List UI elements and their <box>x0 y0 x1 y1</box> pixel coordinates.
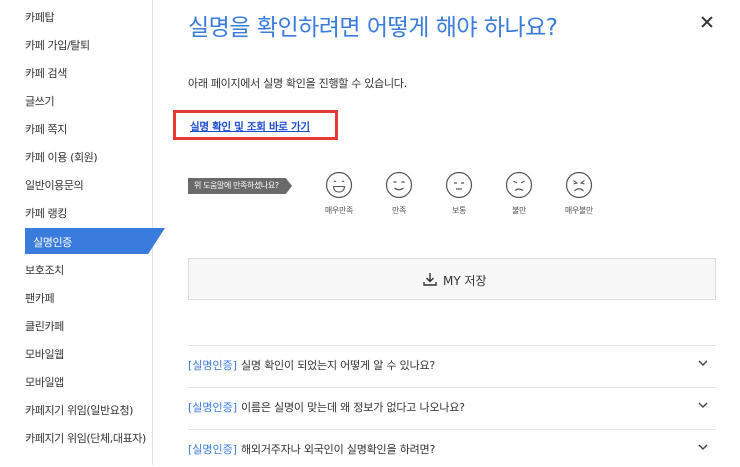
sidebar-item-fan-cafe[interactable]: 팬카페 <box>25 290 55 306</box>
sidebar-item-mobile-app[interactable]: 모바일앱 <box>25 374 64 390</box>
sidebar-item-writing[interactable]: 글쓰기 <box>25 93 55 109</box>
real-name-check-link[interactable]: 실명 확인 및 조회 바로 가기 <box>190 119 310 134</box>
sidebar-item-cafe-ranking[interactable]: 카페 랭킹 <box>25 205 67 221</box>
close-icon[interactable] <box>697 12 717 32</box>
very-dissatisfied-face-icon[interactable] <box>565 171 593 199</box>
sidebar-item-cafe-usage[interactable]: 카페 이용 (회원) <box>25 149 98 165</box>
sidebar-item-real-name-auth[interactable]: 실명인증 <box>33 234 72 250</box>
sidebar-item-join-leave[interactable]: 카페 가입/탈퇴 <box>25 37 90 53</box>
my-save-label: MY 저장 <box>443 274 487 288</box>
faq-category-tag: [실명인증] <box>188 443 238 456</box>
faq-item[interactable]: [실명인증] 실명 확인이 되었는지 어떻게 알 수 있나요? <box>188 345 716 383</box>
satisfaction-label-very-satisfied: 매우만족 <box>324 206 354 215</box>
satisfaction-label-neutral: 보통 <box>451 206 467 215</box>
satisfaction-label-dissatisfied: 불만 <box>511 206 527 215</box>
sidebar-item-general-inquiry[interactable]: 일반이용문의 <box>25 177 84 193</box>
sidebar-item-manager-delegation-general[interactable]: 카페지기 위임(일반요청) <box>25 402 133 418</box>
sidebar-item-cafe-message[interactable]: 카페 쪽지 <box>25 121 67 137</box>
sidebar-item-manager-delegation-group[interactable]: 카페지기 위임(단체,대표자) <box>25 430 146 446</box>
my-save-button[interactable]: MY 저장 <box>188 258 716 300</box>
sidebar-nav: 카페탑 카페 가입/탈퇴 카페 검색 글쓰기 카페 쪽지 카페 이용 (회원) … <box>0 0 165 465</box>
faq-item[interactable]: [실명인증] 이름은 실명이 맞는데 왜 정보가 없다고 나오나요? <box>188 387 716 425</box>
sidebar-item-cafe-search[interactable]: 카페 검색 <box>25 65 67 81</box>
satisfaction-label-very-dissatisfied: 매우불만 <box>564 206 594 215</box>
description-text: 아래 페이지에서 실명 확인을 진행할 수 있습니다. <box>188 77 407 90</box>
faq-question: 실명 확인이 되었는지 어떻게 알 수 있나요? <box>241 359 436 372</box>
chevron-down-icon <box>698 402 708 408</box>
satisfaction-label-satisfied: 만족 <box>391 206 407 215</box>
faq-question: 이름은 실명이 맞는데 왜 정보가 없다고 나오나요? <box>241 401 465 414</box>
chevron-down-icon <box>698 444 708 450</box>
sidebar-item-cafe-top[interactable]: 카페탑 <box>25 9 55 25</box>
faq-category-tag: [실명인증] <box>188 359 238 372</box>
faq-item[interactable]: [실명인증] 해외거주자나 외국인이 실명확인을 하려면? <box>188 429 716 467</box>
sidebar-item-protection[interactable]: 보호조치 <box>25 262 64 278</box>
faq-question: 해외거주자나 외국인이 실명확인을 하려면? <box>241 443 436 456</box>
neutral-face-icon[interactable] <box>445 171 473 199</box>
page-title: 실명을 확인하려면 어떻게 해야 하나요? <box>188 15 558 41</box>
download-icon <box>423 273 437 286</box>
satisfaction-question: 위 도움말에 만족하셨나요? <box>188 178 292 194</box>
very-satisfied-face-icon[interactable] <box>325 171 353 199</box>
chevron-down-icon <box>698 360 708 366</box>
sidebar-item-mobile-web[interactable]: 모바일웹 <box>25 346 64 362</box>
dissatisfied-face-icon[interactable] <box>505 171 533 199</box>
satisfied-face-icon[interactable] <box>385 171 413 199</box>
sidebar-item-clean-cafe[interactable]: 클린카페 <box>25 318 64 334</box>
faq-category-tag: [실명인증] <box>188 401 238 414</box>
